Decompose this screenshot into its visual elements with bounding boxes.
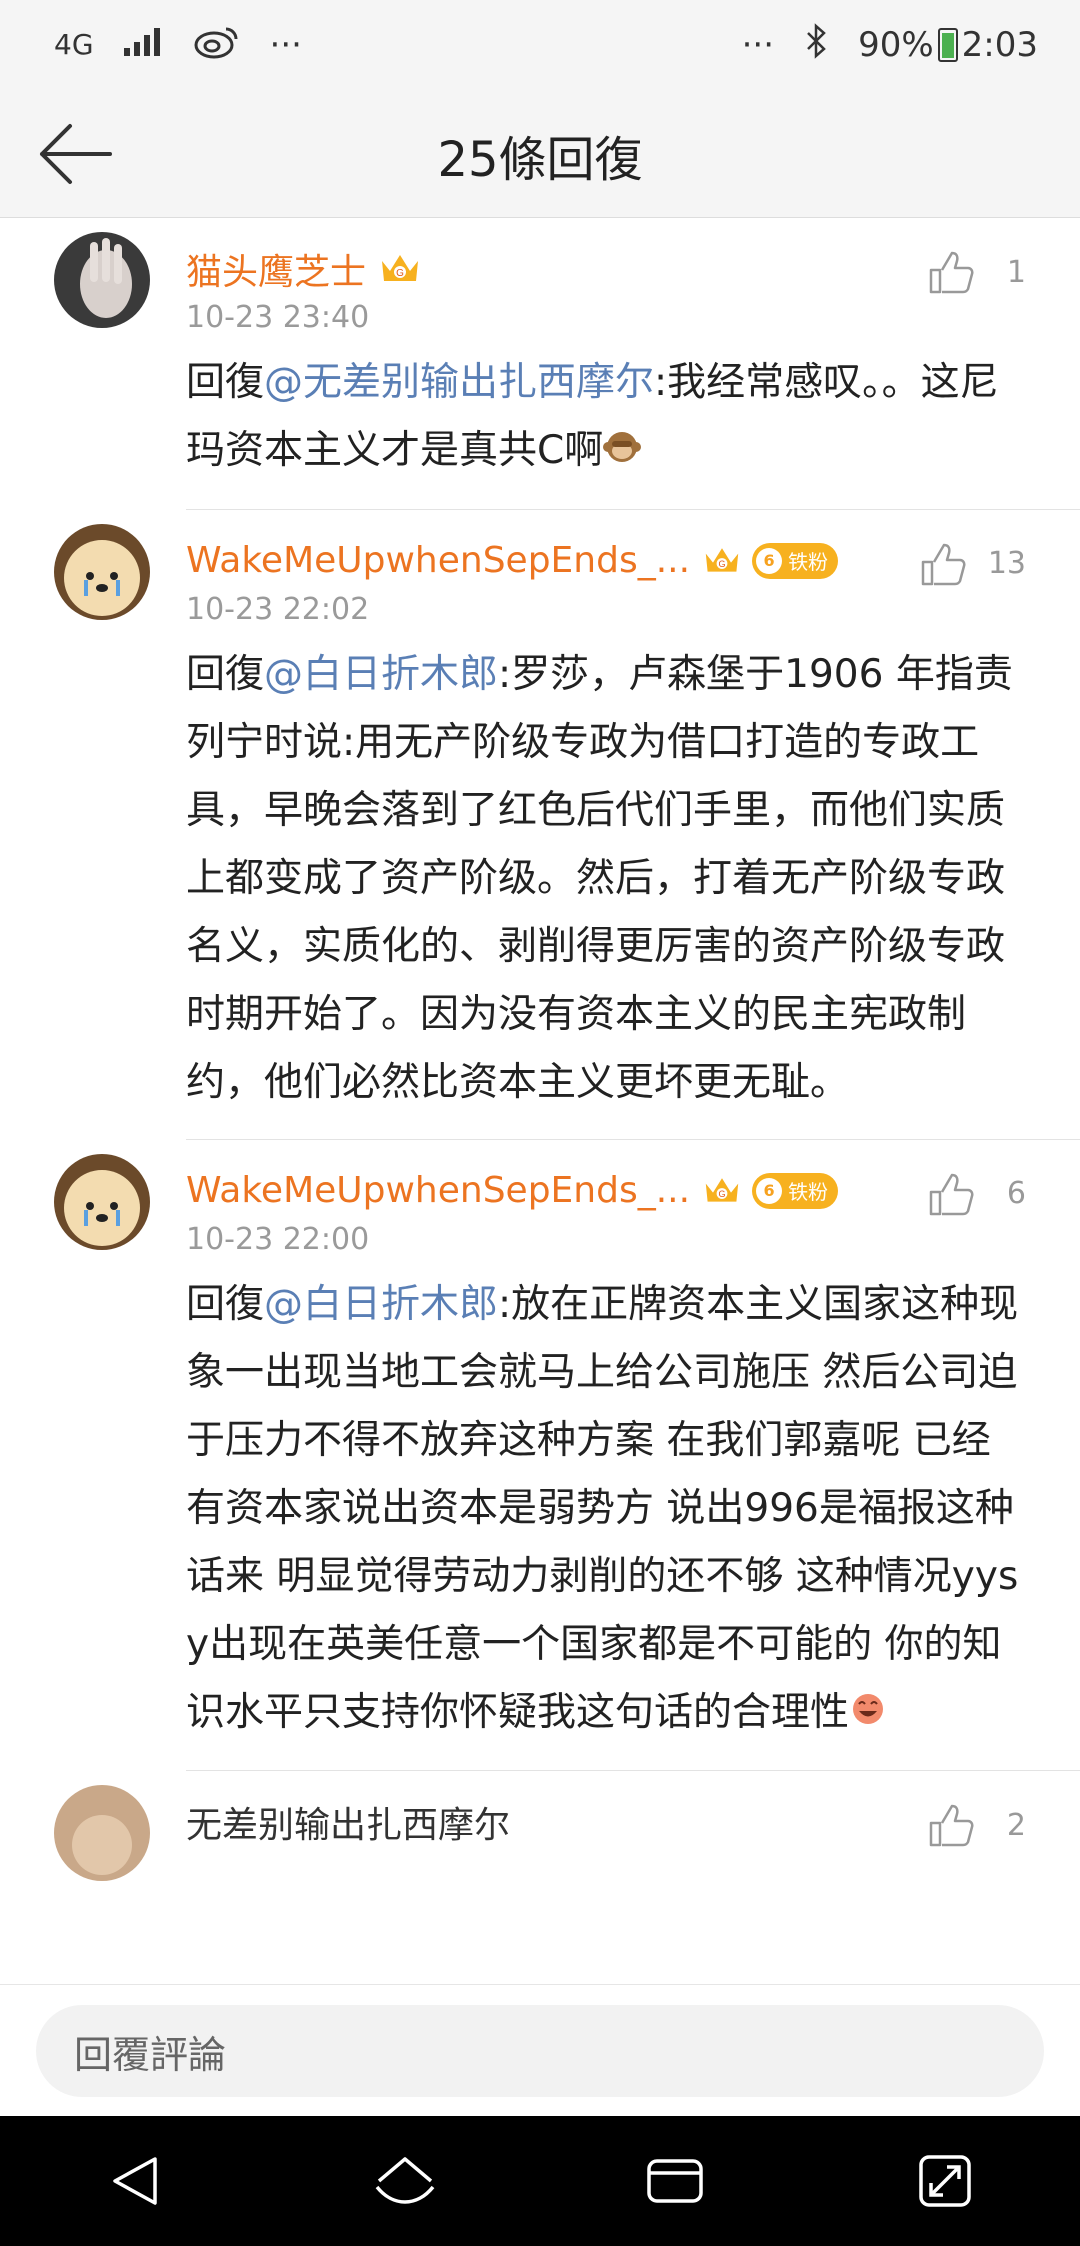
timestamp: 10-23 22:02 <box>186 591 370 627</box>
thumbs-up-icon <box>929 251 974 294</box>
header: 25條回復 <box>0 90 1080 218</box>
fan-badge-label: 铁粉 <box>788 550 829 574</box>
like-button[interactable]: 13 <box>920 536 1026 592</box>
comment-text: 回復@白日折木郎:罗莎，卢森堡于1906 年指责列宁时说:用无产阶级专政为借口打… <box>186 641 1026 1139</box>
network-label: 4G <box>54 28 94 61</box>
back-triangle-icon <box>113 2157 157 2205</box>
fan-badge-level: 6 <box>756 547 783 574</box>
like-button[interactable]: 1 <box>928 244 1026 300</box>
svg-text:G: G <box>396 268 404 279</box>
comment-list[interactable]: 猫头鹰芝士 G 1 10-23 23:40 回復@无差别输出扎西摩尔:我经常感叹… <box>0 218 1080 1984</box>
nav-recents-button[interactable] <box>630 2136 720 2226</box>
comment-item: WakeMeUpwhenSepEnds_... G 6 铁粉 6 10-23 22… <box>0 1140 1080 1771</box>
recents-icon <box>647 2159 703 2203</box>
fan-badge-label: 铁粉 <box>788 1180 829 1204</box>
like-button[interactable]: 2 <box>928 1797 1026 1853</box>
vip-crown-icon: G <box>702 541 742 581</box>
battery-icon <box>937 28 958 62</box>
battery-percent: 90% <box>858 25 934 65</box>
reply-bar: 回覆評論 <box>0 1984 1080 2116</box>
bluetooth-icon <box>804 22 828 68</box>
avatar[interactable] <box>54 523 150 620</box>
thumbs-up-icon <box>921 543 966 585</box>
timestamp: 10-23 23:40 <box>186 300 370 335</box>
username[interactable]: WakeMeUpwhenSepEnds_... <box>186 1170 690 1211</box>
status-bar: 4G ··· ··· 90% 2:03 <box>0 0 1080 90</box>
comment-text: 回復@无差别输出扎西摩尔:我经常感叹。。这尼玛资本主义才是真共C啊 <box>186 349 1026 509</box>
status-right: ··· 90% 2:03 <box>741 22 1038 68</box>
laugh-emoji-icon <box>849 1680 887 1748</box>
avatar[interactable] <box>54 1153 150 1250</box>
comment-item: WakeMeUpwhenSepEnds_... G 6 铁粉 13 10-23 2… <box>0 510 1080 1140</box>
like-count: 13 <box>987 546 1026 581</box>
svg-text:G: G <box>719 559 726 569</box>
expand-icon <box>919 2155 971 2207</box>
vip-crown-icon: G <box>702 1171 742 1211</box>
mention-link[interactable]: @无差别输出扎西摩尔 <box>264 360 654 405</box>
comment-item: 无差别输出扎西摩尔 2 <box>0 1771 1080 1881</box>
system-nav-bar <box>0 2116 1080 2246</box>
timestamp: 10-23 22:00 <box>186 1221 370 1257</box>
home-icon <box>375 2157 435 2204</box>
reply-input[interactable]: 回覆評論 <box>36 2005 1044 2097</box>
fan-badge-level: 6 <box>756 1177 783 1204</box>
comment-body: :放在正牌资本主义国家这种现象一出现当地工会就马上给公司施压 然后公司迫于压力不… <box>186 1281 1019 1735</box>
reply-prefix: 回復 <box>186 360 265 405</box>
more-notifications-icon: ··· <box>269 25 302 65</box>
weibo-icon <box>194 23 240 68</box>
username[interactable]: 无差别输出扎西摩尔 <box>186 1796 510 1848</box>
signal-icon <box>123 25 164 65</box>
avatar[interactable] <box>54 1785 150 1881</box>
reply-prefix: 回復 <box>186 1281 265 1327</box>
more-status-icon: ··· <box>741 25 775 65</box>
comment-body: :罗莎，卢森堡于1906 年指责列宁时说:用无产阶级专政为借口打造的专政工具，早… <box>186 651 1013 1105</box>
username[interactable]: WakeMeUpwhenSepEnds_... <box>186 540 690 581</box>
nav-home-button[interactable] <box>360 2136 450 2226</box>
avatar[interactable] <box>54 232 150 328</box>
like-count: 2 <box>1006 1807 1026 1843</box>
mention-link[interactable]: @白日折木郎 <box>264 1282 498 1327</box>
like-count: 6 <box>1006 1176 1026 1211</box>
clock: 2:03 <box>961 25 1038 65</box>
status-left: 4G ··· <box>54 23 302 68</box>
like-button[interactable]: 6 <box>928 1166 1026 1222</box>
mention-link[interactable]: @白日折木郎 <box>264 652 498 697</box>
nav-screen-button[interactable] <box>900 2136 990 2226</box>
fan-badge: 6 铁粉 <box>752 1172 839 1209</box>
thumbs-up-icon <box>929 1173 974 1215</box>
thumbs-up-icon <box>929 1804 974 1847</box>
nav-back-button[interactable] <box>90 2136 180 2226</box>
vip-crown-icon: G <box>378 247 422 291</box>
page-title: 25條回復 <box>437 132 643 188</box>
username[interactable]: 猫头鹰芝士 <box>186 243 366 295</box>
monkey-emoji-icon <box>603 419 642 487</box>
like-count: 1 <box>1006 254 1026 290</box>
svg-text:G: G <box>719 1189 726 1199</box>
comment-item: 猫头鹰芝士 G 1 10-23 23:40 回復@无差别输出扎西摩尔:我经常感叹… <box>0 218 1080 510</box>
comment-text: 回復@白日折木郎:放在正牌资本主义国家这种现象一出现当地工会就马上给公司施压 然… <box>186 1271 1026 1771</box>
reply-prefix: 回復 <box>186 651 265 697</box>
fan-badge: 6 铁粉 <box>752 542 839 579</box>
